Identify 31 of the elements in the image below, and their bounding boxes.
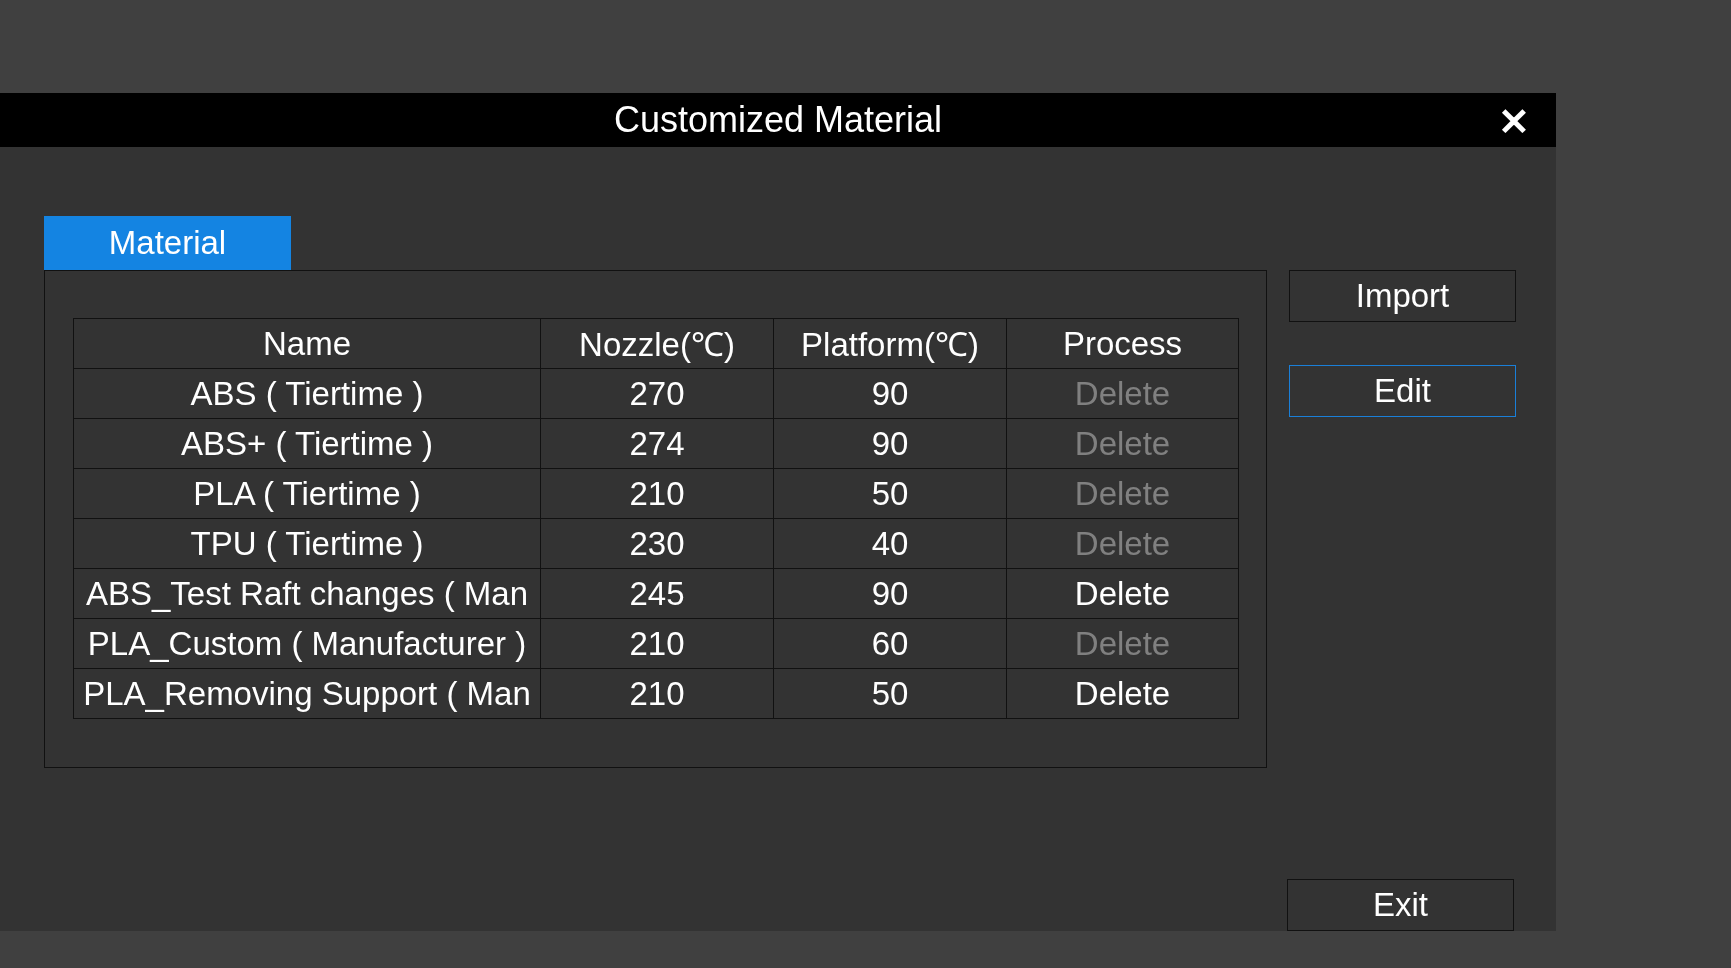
table-cell: 40 xyxy=(773,518,1007,569)
table-cell: 245 xyxy=(540,568,774,619)
table-cell: 90 xyxy=(773,368,1007,419)
table-cell: PLA_Removing Support ( Man xyxy=(73,668,541,719)
window-title: Customized Material xyxy=(613,99,943,141)
column-header: Platform(℃) xyxy=(773,318,1007,369)
table-cell: 230 xyxy=(540,518,774,569)
table-cell: 210 xyxy=(540,468,774,519)
table-cell: ABS ( Tiertime ) xyxy=(73,368,541,419)
side-button[interactable]: Import xyxy=(1289,270,1516,322)
tab[interactable]: Material xyxy=(44,216,291,270)
table-cell: PLA_Custom ( Manufacturer ) xyxy=(73,618,541,669)
table-cell: ABS_Test Raft changes ( Man xyxy=(73,568,541,619)
table-cell: 60 xyxy=(773,618,1007,669)
table-cell: 50 xyxy=(773,468,1007,519)
table-cell: 210 xyxy=(540,618,774,669)
table-cell: 90 xyxy=(773,568,1007,619)
exit-button[interactable]: Exit xyxy=(1287,879,1514,931)
column-header: Nozzle(℃) xyxy=(540,318,774,369)
table-cell: 210 xyxy=(540,668,774,719)
column-header: Process xyxy=(1006,318,1239,369)
table-cell: 50 xyxy=(773,668,1007,719)
table-cell: 90 xyxy=(773,418,1007,469)
table-cell: 274 xyxy=(540,418,774,469)
side-button[interactable]: Edit xyxy=(1289,365,1516,417)
table-cell: TPU ( Tiertime ) xyxy=(73,518,541,569)
table-cell: 270 xyxy=(540,368,774,419)
table-cell: PLA ( Tiertime ) xyxy=(73,468,541,519)
close-button[interactable]: ✕ xyxy=(1494,100,1534,144)
column-header: Name xyxy=(73,318,541,369)
table-cell: ABS+ ( Tiertime ) xyxy=(73,418,541,469)
